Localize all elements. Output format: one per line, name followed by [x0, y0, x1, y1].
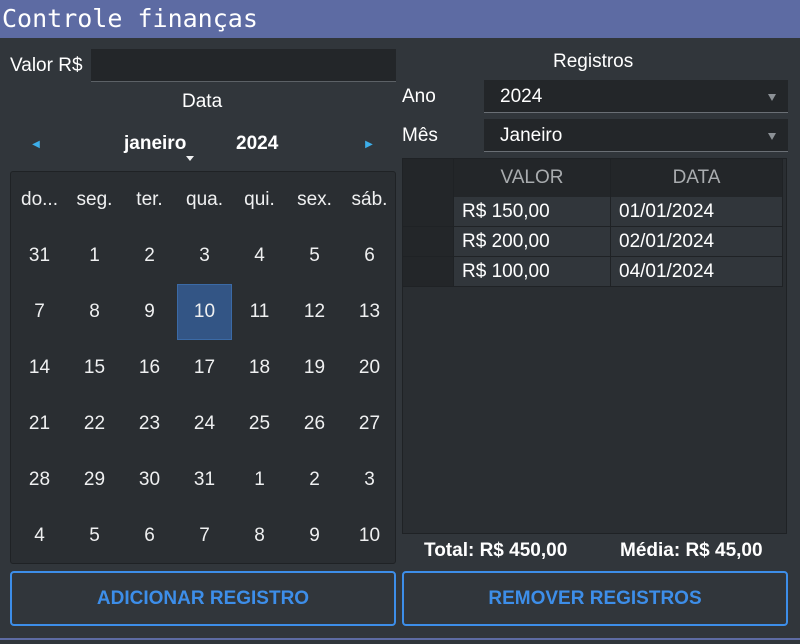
calendar-day[interactable]: 31 [12, 228, 67, 284]
weekday-header: sex. [297, 189, 332, 210]
cell-data[interactable]: 01/01/2024 [611, 197, 783, 227]
media-label: Média: R$ 45,00 [620, 540, 763, 561]
row-header[interactable] [403, 227, 454, 257]
calendar-day[interactable]: 14 [12, 340, 67, 396]
calendar-day[interactable]: 27 [342, 396, 397, 452]
column-header-valor[interactable]: VALOR [454, 159, 611, 197]
calendar-day[interactable]: 18 [232, 340, 287, 396]
table-row[interactable]: R$ 200,00 02/01/2024 [403, 227, 783, 257]
calendar-day[interactable]: 4 [12, 508, 67, 564]
next-month-icon[interactable]: ▶ [361, 138, 377, 152]
calendar-day[interactable]: 31 [177, 452, 232, 508]
calendar-day[interactable]: 28 [12, 452, 67, 508]
calendar-day[interactable]: 23 [122, 396, 177, 452]
registros-table[interactable]: VALOR DATA R$ 150,00 01/01/2024 R$ 200,00 0… [402, 158, 787, 534]
ano-label: Ano [402, 86, 436, 107]
calendar-day[interactable]: 29 [67, 452, 122, 508]
calendar-day[interactable]: 5 [287, 228, 342, 284]
calendar-day[interactable]: 8 [67, 284, 122, 340]
calendar-day[interactable]: 9 [287, 508, 342, 564]
calendar-day[interactable]: 7 [177, 508, 232, 564]
weekday-header: ter. [136, 189, 163, 210]
calendar-day[interactable]: 1 [67, 228, 122, 284]
cell-data[interactable]: 02/01/2024 [611, 227, 783, 257]
calendar-day[interactable]: 10 [177, 284, 232, 340]
calendar-day[interactable]: 15 [67, 340, 122, 396]
prev-month-icon[interactable]: ◀ [28, 138, 44, 152]
calendar-day[interactable]: 9 [122, 284, 177, 340]
cell-valor[interactable]: R$ 150,00 [454, 197, 611, 227]
calendar: do... seg. ter. qua. qui. sex. sáb. 31 1 2 3 4 5 6 7 8 9… [10, 171, 396, 564]
window-border [0, 638, 800, 640]
row-header[interactable] [403, 257, 454, 287]
ano-select[interactable]: 2024 [484, 80, 788, 113]
month-selector[interactable]: janeiro [124, 133, 186, 155]
calendar-day[interactable]: 22 [67, 396, 122, 452]
calendar-day[interactable]: 10 [342, 508, 397, 564]
mes-select-value: Janeiro [500, 125, 563, 146]
calendar-day[interactable]: 6 [342, 228, 397, 284]
weekday-header: do... [21, 189, 58, 210]
add-record-button[interactable]: ADICIONAR REGISTRO [10, 571, 396, 626]
calendar-day[interactable]: 21 [12, 396, 67, 452]
cell-valor[interactable]: R$ 100,00 [454, 257, 611, 287]
calendar-day[interactable]: 11 [232, 284, 287, 340]
calendar-day[interactable]: 3 [177, 228, 232, 284]
calendar-day[interactable]: 7 [12, 284, 67, 340]
calendar-day[interactable]: 2 [287, 452, 342, 508]
calendar-day[interactable]: 12 [287, 284, 342, 340]
calendar-day[interactable]: 4 [232, 228, 287, 284]
weekday-header: seg. [76, 189, 113, 210]
registros-heading: Registros [553, 51, 634, 72]
chevron-down-icon [186, 156, 194, 161]
calendar-day[interactable]: 30 [122, 452, 177, 508]
chevron-down-icon [768, 94, 776, 101]
window-title: Controle finanças [2, 4, 258, 33]
valor-label: Valor R$ [10, 55, 83, 76]
year-selector[interactable]: 2024 [236, 133, 278, 155]
valor-input[interactable] [91, 49, 396, 82]
data-label: Data [182, 91, 223, 112]
calendar-day[interactable]: 19 [287, 340, 342, 396]
calendar-day[interactable]: 2 [122, 228, 177, 284]
table-header: VALOR DATA [403, 159, 783, 197]
calendar-day[interactable]: 8 [232, 508, 287, 564]
cell-data[interactable]: 04/01/2024 [611, 257, 783, 287]
weekday-header: sáb. [351, 189, 388, 210]
remove-records-button[interactable]: REMOVER REGISTROS [402, 571, 788, 626]
total-label: Total: R$ 450,00 [424, 540, 568, 561]
ano-select-value: 2024 [500, 86, 543, 107]
calendar-day[interactable]: 5 [67, 508, 122, 564]
calendar-day[interactable]: 20 [342, 340, 397, 396]
table-row[interactable]: R$ 150,00 01/01/2024 [403, 197, 783, 227]
calendar-day[interactable]: 1 [232, 452, 287, 508]
title-bar: Controle finanças [0, 0, 800, 38]
row-header[interactable] [403, 197, 454, 227]
calendar-day[interactable]: 24 [177, 396, 232, 452]
calendar-day[interactable]: 13 [342, 284, 397, 340]
weekday-header: qua. [186, 189, 223, 210]
cell-valor[interactable]: R$ 200,00 [454, 227, 611, 257]
calendar-day[interactable]: 25 [232, 396, 287, 452]
weekday-header: qui. [244, 189, 275, 210]
mes-select[interactable]: Janeiro [484, 119, 788, 152]
calendar-day[interactable]: 17 [177, 340, 232, 396]
corner-header[interactable] [403, 159, 454, 197]
mes-label: Mês [402, 125, 438, 146]
calendar-day[interactable]: 16 [122, 340, 177, 396]
chevron-down-icon [768, 133, 776, 140]
calendar-grid: do... seg. ter. qua. qui. sex. sáb. 31 1 2 3 4 5 6 7 8 9… [12, 172, 397, 564]
column-header-data[interactable]: DATA [611, 159, 783, 197]
table-row[interactable]: R$ 100,00 04/01/2024 [403, 257, 783, 287]
calendar-day[interactable]: 3 [342, 452, 397, 508]
calendar-day[interactable]: 26 [287, 396, 342, 452]
calendar-day[interactable]: 6 [122, 508, 177, 564]
